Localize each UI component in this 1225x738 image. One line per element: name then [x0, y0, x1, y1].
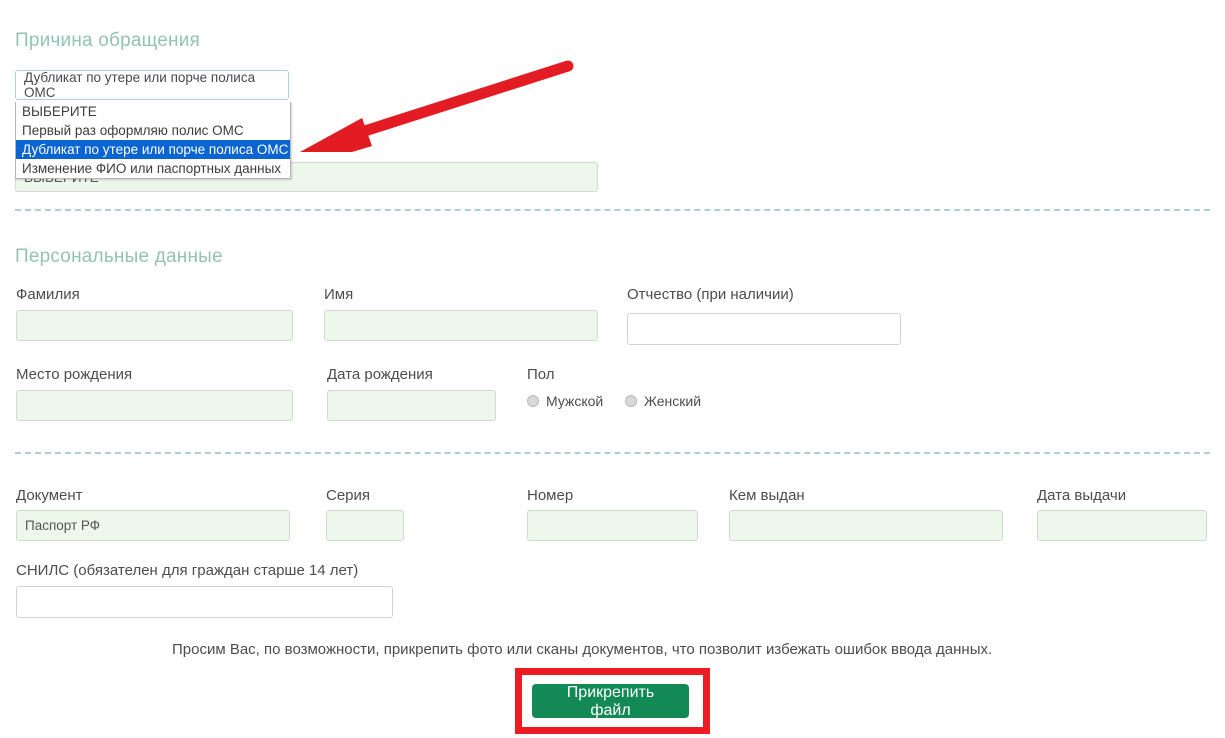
gender-male-label: Мужской	[546, 393, 603, 409]
surname-input[interactable]	[16, 310, 293, 341]
series-input[interactable]	[326, 510, 404, 541]
divider-personal	[15, 452, 1210, 454]
reason-option-label: Дубликат по утере или порче полиса ОМС	[22, 142, 288, 157]
label-firstname: Имя	[324, 286, 353, 303]
birthplace-input[interactable]	[16, 390, 293, 421]
reason-select-box[interactable]: Дубликат по утере или порче полиса ОМС	[15, 70, 289, 100]
snils-input[interactable]	[16, 586, 393, 618]
label-issue-date: Дата выдачи	[1037, 487, 1126, 504]
reason-option-label: Первый раз оформляю полис ОМС	[22, 123, 244, 138]
reason-select-value: Дубликат по утере или порче полиса ОМС	[24, 70, 288, 100]
label-snils: СНИЛС (обязателен для граждан старше 14 …	[16, 562, 358, 579]
reason-option-1[interactable]: Первый раз оформляю полис ОМС	[16, 121, 290, 140]
label-number: Номер	[527, 487, 573, 504]
birthdate-input[interactable]	[327, 390, 496, 421]
reason-option-3[interactable]: Изменение ФИО или паспортных данных	[16, 159, 290, 178]
divider-reason	[15, 209, 1210, 211]
label-series: Серия	[326, 487, 370, 504]
reason-option-label: Изменение ФИО или паспортных данных	[22, 161, 281, 176]
issued-by-input[interactable]	[729, 510, 1003, 541]
issue-date-input[interactable]	[1037, 510, 1207, 541]
reason-option-0[interactable]: ВЫБЕРИТЕ	[16, 102, 290, 121]
attach-file-button[interactable]: Прикрепить файл	[532, 684, 689, 718]
label-issued-by: Кем выдан	[729, 487, 805, 504]
label-birthplace: Место рождения	[16, 366, 132, 383]
label-surname: Фамилия	[16, 286, 80, 303]
gender-radio-female[interactable]: Женский	[625, 393, 701, 409]
radio-circle-icon	[625, 395, 637, 407]
gender-radio-male[interactable]: Мужской	[527, 393, 603, 409]
reason-section-heading: Причина обращения	[15, 30, 200, 52]
label-patronymic: Отчество (при наличии)	[627, 286, 794, 303]
number-input[interactable]	[527, 510, 698, 541]
label-document: Документ	[16, 487, 83, 504]
omc-application-form: Причина обращения ВЫБЕРИТЕ Дубликат по у…	[0, 0, 1225, 738]
attach-hint-text: Просим Вас, по возможности, прикрепить ф…	[172, 641, 992, 658]
personal-section-heading: Персональные данные	[15, 246, 223, 268]
reason-option-label: ВЫБЕРИТЕ	[22, 104, 97, 119]
reason-select-options-list[interactable]: ВЫБЕРИТЕ Первый раз оформляю полис ОМС Дуб…	[15, 102, 291, 179]
gender-female-label: Женский	[644, 393, 701, 409]
patronymic-input[interactable]	[627, 313, 901, 345]
firstname-input[interactable]	[324, 310, 598, 341]
reason-option-2[interactable]: Дубликат по утере или порче полиса ОМС	[16, 140, 290, 159]
label-gender: Пол	[527, 366, 555, 383]
label-birthdate: Дата рождения	[327, 366, 433, 383]
radio-circle-icon	[527, 395, 539, 407]
document-select[interactable]	[16, 510, 290, 541]
